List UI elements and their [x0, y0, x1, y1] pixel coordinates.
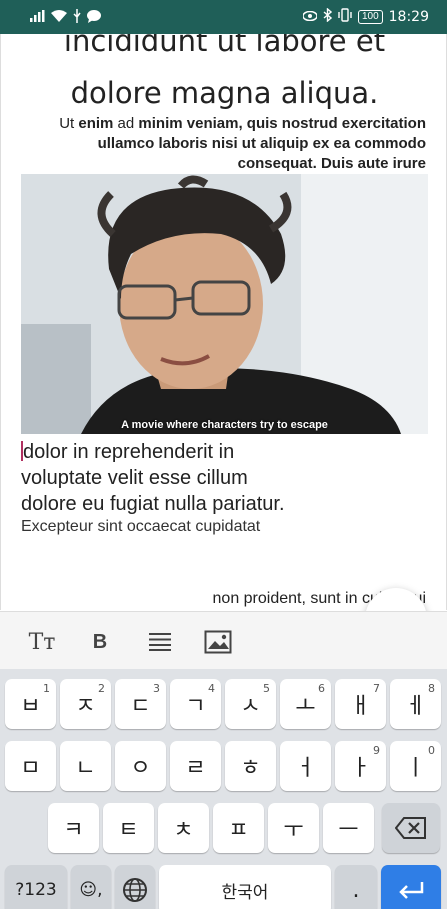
- editor-paragraph-right-aligned[interactable]: Ut enim ad minim veniam, quis nostrud ex…: [26, 114, 426, 174]
- format-toolbar: Tт B: [0, 611, 447, 669]
- space-key[interactable]: 한국어: [159, 865, 331, 909]
- emoji-key[interactable]: ☺,: [71, 865, 111, 909]
- text-size-button[interactable]: Tт: [26, 626, 58, 658]
- key[interactable]: ㅎ: [225, 741, 276, 791]
- key[interactable]: ㅂ1: [5, 679, 56, 729]
- period-key[interactable]: .: [335, 865, 377, 909]
- battery-icon: 100: [357, 9, 383, 24]
- paragraph-line-text: dolor in reprehenderit in: [23, 441, 235, 463]
- key[interactable]: ㅡ: [323, 803, 374, 853]
- key[interactable]: ㅍ: [213, 803, 264, 853]
- eye-icon: [302, 10, 318, 24]
- insert-image-icon: [204, 630, 232, 654]
- key[interactable]: ㄴ: [60, 741, 111, 791]
- key[interactable]: ㄹ: [170, 741, 221, 791]
- status-right-icons: 100 18:29: [302, 7, 429, 25]
- editor-heading-line-1[interactable]: incididunt ut labore et: [1, 34, 446, 60]
- enter-icon: [399, 882, 424, 899]
- portrait-photo: [21, 174, 428, 434]
- vibrate-icon: [338, 8, 352, 25]
- key[interactable]: ㅌ: [103, 803, 154, 853]
- globe-icon: [123, 878, 147, 902]
- key[interactable]: ㅊ: [158, 803, 209, 853]
- soft-keyboard: ㅂ1 ㅈ2 ㄷ3 ㄱ4 ㅅ5 ㅗ6 ㅐ7 ㅔ8 ㅁ ㄴ ㅇ ㄹ ㅎ ㅓ ㅏ9 ㅣ…: [0, 669, 447, 909]
- paragraph-line: dolor in reprehenderit in: [21, 439, 381, 465]
- language-key[interactable]: [115, 865, 155, 909]
- paragraph-line: voluptate velit esse cillum: [21, 467, 248, 489]
- signal-icon: [30, 10, 46, 25]
- status-time: 18:29: [388, 8, 429, 25]
- enter-key[interactable]: [381, 865, 441, 909]
- key[interactable]: ㅅ5: [225, 679, 276, 729]
- key[interactable]: ㅏ9: [335, 741, 386, 791]
- status-bar: 100 18:29: [0, 0, 447, 34]
- key[interactable]: ㅈ2: [60, 679, 111, 729]
- align-button[interactable]: [144, 626, 176, 658]
- align-justify-icon: [149, 633, 171, 651]
- inserted-image[interactable]: A movie where characters try to escape: [21, 174, 428, 434]
- key[interactable]: ㄱ4: [170, 679, 221, 729]
- editor-heading-line-2[interactable]: dolore magna aliqua.: [1, 74, 446, 112]
- bold-text-run: enim: [78, 115, 114, 132]
- key[interactable]: ㄷ3: [115, 679, 166, 729]
- key[interactable]: ㅐ7: [335, 679, 386, 729]
- backspace-key[interactable]: [382, 803, 440, 853]
- editor-paragraph-left[interactable]: dolor in reprehenderit in voluptate veli…: [21, 439, 381, 517]
- wifi-icon: [51, 10, 67, 25]
- bluetooth-icon: [323, 7, 333, 25]
- editor-paragraph-small[interactable]: Excepteur sint occaecat cupidatat: [21, 518, 260, 536]
- key[interactable]: ㅜ: [268, 803, 319, 853]
- key[interactable]: ㅔ8: [390, 679, 441, 729]
- key[interactable]: ㅓ: [280, 741, 331, 791]
- message-icon: [87, 9, 101, 26]
- key[interactable]: ㅣ0: [390, 741, 441, 791]
- insert-image-button[interactable]: [202, 626, 234, 658]
- key[interactable]: ㅗ6: [280, 679, 331, 729]
- symbols-key[interactable]: ?123: [5, 865, 67, 909]
- text-run: Ut: [59, 115, 79, 132]
- bold-button[interactable]: B: [84, 626, 116, 658]
- image-caption: A movie where characters try to escape: [121, 419, 328, 431]
- key[interactable]: ㅁ: [5, 741, 56, 791]
- usb-icon: [72, 9, 82, 26]
- text-run: ad: [113, 115, 139, 132]
- key[interactable]: ㅋ: [48, 803, 99, 853]
- paragraph-line: dolore eu fugiat nulla pariatur.: [21, 493, 285, 515]
- bold-text-run: minim veniam, quis nostrud exercitation …: [97, 115, 426, 172]
- rich-text-editor[interactable]: incididunt ut labore et dolore magna ali…: [0, 34, 447, 610]
- backspace-icon: [395, 817, 426, 839]
- key[interactable]: ㅇ: [115, 741, 166, 791]
- status-left-icons: [30, 9, 101, 26]
